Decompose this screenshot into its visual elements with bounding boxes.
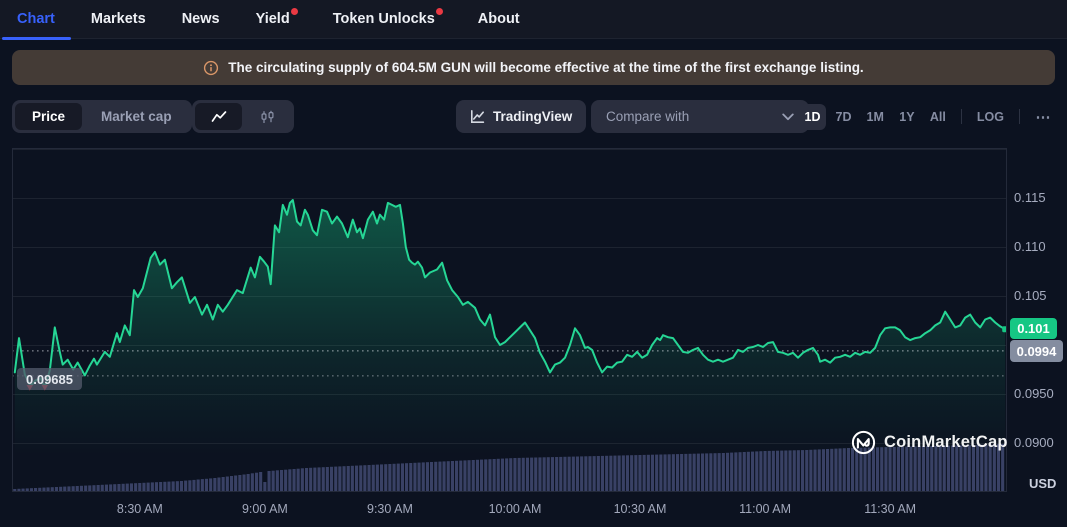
coinmarketcap-chart-page: Chart Markets News Yield Token Unlocks About … — [0, 0, 1067, 527]
coinmarketcap-logo-icon — [851, 430, 876, 455]
x-axis-label: 11:30 AM — [864, 502, 917, 516]
compare-with-dropdown[interactable]: Compare with — [591, 100, 809, 133]
metric-toggle: Price Market cap — [12, 100, 192, 133]
y-axis-label: 0.0900 — [1014, 435, 1054, 450]
line-chart-icon — [211, 110, 226, 122]
nav-tab-yield[interactable]: Yield — [255, 0, 298, 39]
y-axis-label: 0.110 — [1014, 239, 1046, 254]
tradingview-label: TradingView — [493, 109, 573, 124]
timeframe-buttons: 1D 7D 1M 1Y All — [799, 103, 951, 130]
coin-nav-tabs: Chart Markets News Yield Token Unlocks About — [0, 0, 1067, 40]
candlestick-icon — [261, 110, 274, 123]
watermark: CoinMarketCap — [851, 430, 1008, 455]
nav-tab-about[interactable]: About — [478, 0, 520, 39]
separator — [960, 109, 962, 124]
x-axis-label: 10:30 AM — [613, 502, 667, 516]
nav-tab-label: Yield — [255, 11, 290, 27]
candle-chart-type-button[interactable] — [244, 103, 291, 130]
price-toggle-button[interactable]: Price — [15, 103, 83, 130]
nav-tab-token-unlocks[interactable]: Token Unlocks — [332, 0, 443, 39]
nav-tab-label: News — [181, 11, 220, 27]
x-axis-label: 11:00 AM — [739, 502, 792, 516]
nav-tab-label: About — [477, 11, 520, 27]
x-axis-label: 10:00 AM — [488, 502, 542, 516]
timeframe-1m[interactable]: 1M — [862, 104, 889, 130]
nav-tab-chart[interactable]: Chart — [2, 0, 71, 40]
timeframe-all[interactable]: All — [925, 104, 951, 130]
log-scale-toggle[interactable]: LOG — [972, 104, 1009, 130]
x-axis-label: 9:30 AM — [367, 502, 413, 516]
chart-type-toggle — [192, 100, 294, 133]
compare-with-label: Compare with — [606, 109, 690, 124]
info-icon — [204, 60, 219, 75]
x-axis-label: 9:00 AM — [241, 502, 288, 516]
x-axis-label: 8:30 AM — [116, 502, 163, 516]
current-price-badge: 0.101 — [1010, 318, 1057, 339]
more-options-button[interactable]: ⋯ — [1030, 104, 1056, 130]
tradingview-button[interactable]: TradingView — [456, 100, 587, 133]
tradingview-icon — [471, 110, 485, 123]
nav-tab-label: Markets — [90, 11, 146, 27]
separator — [1019, 109, 1020, 124]
line-chart-type-button[interactable] — [195, 103, 242, 130]
currency-unit-label: USD — [1029, 476, 1057, 491]
notification-dot-icon — [290, 7, 298, 15]
notification-dot-icon — [435, 7, 443, 15]
timeframe-group: 1D 7D 1M 1Y All LOG ⋯ — [799, 100, 1056, 133]
chevron-down-icon — [782, 112, 794, 120]
watermark-text: CoinMarketCap — [884, 433, 1008, 451]
nav-tab-label: Chart — [17, 11, 55, 27]
previous-close-badge: 0.0994 — [1010, 340, 1063, 362]
market-cap-toggle-button[interactable]: Market cap — [84, 103, 189, 130]
y-axis-label: 0.105 — [1014, 288, 1047, 303]
timeframe-1d[interactable]: 1D — [799, 103, 826, 130]
supply-notice-banner: The circulating supply of 604.5M GUN wil… — [12, 50, 1055, 85]
banner-text: The circulating supply of 604.5M GUN wil… — [228, 60, 864, 75]
nav-tab-markets[interactable]: Markets — [91, 0, 146, 39]
y-axis-label: 0.0950 — [1014, 386, 1054, 401]
timeframe-7d[interactable]: 7D — [831, 104, 857, 130]
y-axis-label: 0.115 — [1014, 190, 1046, 205]
timeframe-1y[interactable]: 1Y — [894, 104, 920, 130]
nav-tab-news[interactable]: News — [182, 0, 220, 39]
open-price-label: 0.09685 — [17, 368, 82, 390]
chart-toolbar: Price Market cap TradingView Compare wit… — [0, 100, 1067, 133]
nav-tab-label: Token Unlocks — [332, 11, 435, 27]
